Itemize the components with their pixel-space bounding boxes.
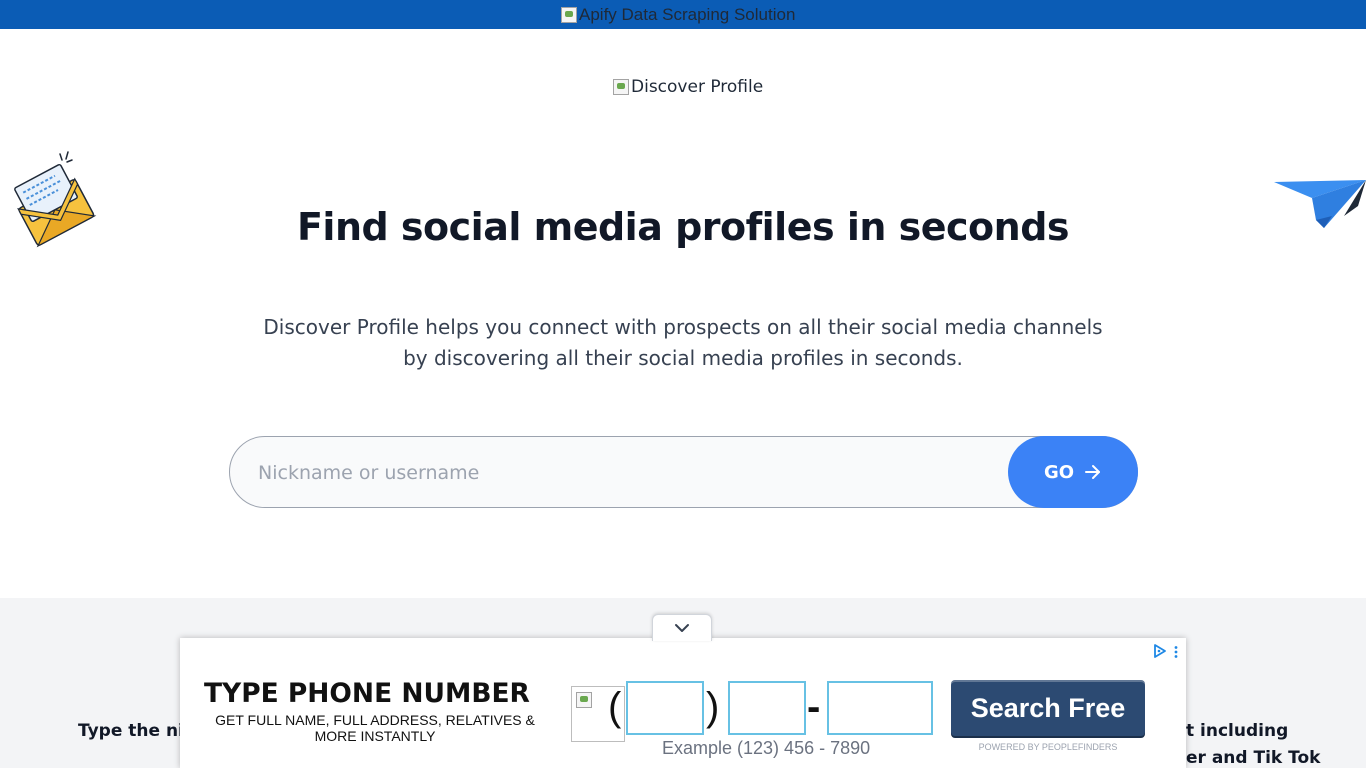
- adchoices-icon[interactable]: [1153, 644, 1167, 658]
- arrow-right-icon: [1085, 465, 1101, 479]
- ad-phone-example: Example (123) 456 - 7890: [662, 738, 871, 758]
- area-code-input[interactable]: [626, 681, 704, 735]
- ad-dash: -: [807, 685, 821, 729]
- top-banner[interactable]: Apify Data Scraping Solution: [0, 0, 1366, 29]
- broken-image-icon: [613, 79, 629, 95]
- hero-subtitle: Discover Profile helps you connect with …: [233, 312, 1133, 374]
- ad-subline: GET FULL NAME, FULL ADDRESS, RELATIVES &…: [215, 712, 535, 744]
- ad-headline: TYPE PHONE NUMBER: [204, 678, 530, 709]
- search-bar: [229, 436, 1138, 509]
- how-it-works-text-right-2: er and Tik Tok: [1186, 748, 1321, 768]
- broken-image-icon: [576, 692, 592, 708]
- how-it-works-text-right: t including: [1186, 721, 1289, 741]
- more-vertical-icon[interactable]: [1174, 646, 1178, 658]
- advertisement-banner[interactable]: TYPE PHONE NUMBER GET FULL NAME, FULL AD…: [180, 638, 1186, 768]
- banner-image-alt-text: Apify Data Scraping Solution: [579, 5, 796, 24]
- go-button[interactable]: GO: [1008, 436, 1138, 508]
- search-free-button[interactable]: Search Free: [951, 680, 1145, 736]
- ad-powered-by: POWERED BY PEOPLEFINDERS: [978, 742, 1118, 752]
- go-button-label: GO: [1043, 461, 1075, 483]
- phone-line-input[interactable]: [827, 681, 933, 735]
- ad-collapse-button[interactable]: [652, 614, 712, 641]
- hero-subtitle-line-2: by discovering all their social media pr…: [403, 346, 963, 370]
- hero-subtitle-line-1: Discover Profile helps you connect with …: [263, 315, 1103, 339]
- logo-alt-text: Discover Profile: [631, 77, 764, 97]
- ad-open-paren: (: [608, 685, 622, 729]
- banner-image[interactable]: Apify Data Scraping Solution: [561, 4, 795, 26]
- site-logo[interactable]: Discover Profile: [613, 77, 763, 97]
- broken-image-icon: [561, 7, 577, 23]
- page-title: Find social media profiles in seconds: [296, 205, 1070, 249]
- ad-close-paren: ): [706, 685, 720, 729]
- chevron-down-icon: [675, 624, 689, 632]
- phone-prefix-input[interactable]: [728, 681, 806, 735]
- username-search-input[interactable]: [256, 437, 1000, 509]
